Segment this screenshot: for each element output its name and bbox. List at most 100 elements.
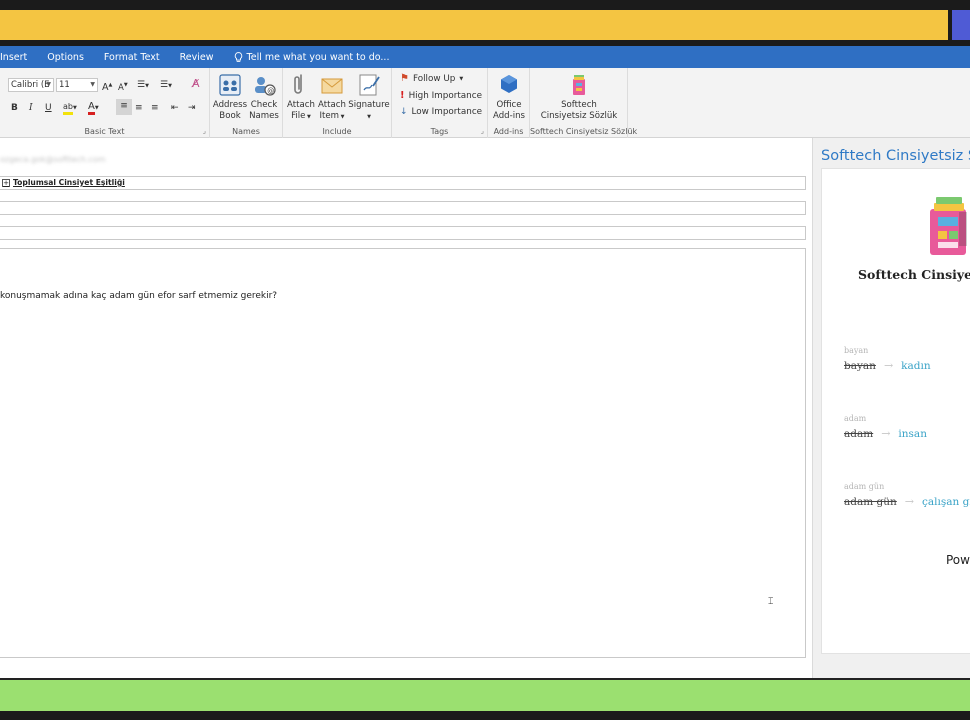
check-names-line1: Check bbox=[250, 100, 278, 110]
bottom-frame-edge bbox=[0, 711, 970, 720]
low-importance-label: Low Importance bbox=[411, 107, 483, 117]
group-softtech: Softtech Cinsiyetsiz Sözlük Softtech Cin… bbox=[530, 68, 638, 138]
tab-format-text[interactable]: Format Text bbox=[104, 52, 160, 63]
shrink-font-icon[interactable]: A▼ bbox=[118, 78, 128, 95]
group-tags: ⚑ Follow Up ▼ ! High Importance ↓ Low Imp… bbox=[392, 68, 488, 138]
entry-label: adam gün bbox=[844, 482, 885, 491]
message-body[interactable]: konuşmamak adına kaç adam gün efor sarf … bbox=[0, 248, 806, 658]
addin-content-card: Softtech Cinsiyet bayan bayan → kadın ad… bbox=[821, 168, 970, 654]
attachment-field[interactable]: + Toplumsal Cinsiyet Eşitliği bbox=[0, 176, 806, 190]
book-logo-icon bbox=[930, 197, 967, 255]
expand-plus-icon[interactable]: + bbox=[2, 178, 10, 187]
align-left-icon[interactable]: ≡ bbox=[116, 99, 132, 115]
text-cursor-icon: ⌶ bbox=[768, 597, 774, 607]
suggestion-entry[interactable]: adam gün → çalışan gi bbox=[844, 495, 970, 508]
addin-task-pane: Softtech Cinsiyetsiz S Softtech Cinsiyet… bbox=[812, 138, 970, 678]
suggestion-entry[interactable]: bayan → kadın bbox=[844, 359, 931, 372]
envelope-icon bbox=[321, 78, 343, 94]
address-book-icon bbox=[219, 74, 241, 96]
decrease-indent-icon[interactable]: ⇤ bbox=[171, 101, 179, 115]
attach-item-button[interactable]: Attach Item ▼ bbox=[314, 72, 350, 123]
tab-insert[interactable]: Insert bbox=[0, 52, 27, 63]
signature-button[interactable]: Signature ▼ bbox=[347, 72, 391, 123]
tab-review[interactable]: Review bbox=[180, 52, 214, 63]
entry-label: adam bbox=[844, 414, 867, 423]
flag-icon: ⚑ bbox=[400, 73, 409, 84]
follow-up-button[interactable]: ⚑ Follow Up ▼ bbox=[400, 73, 463, 84]
bullets-icon[interactable]: ☰▼ bbox=[137, 78, 149, 93]
italic-button[interactable]: I bbox=[29, 101, 33, 115]
align-right-icon[interactable]: ≡ bbox=[151, 101, 159, 115]
attachment-name: Toplumsal Cinsiyet Eşitliği bbox=[13, 178, 125, 187]
dialog-launcher-icon[interactable]: ⌟ bbox=[203, 127, 206, 135]
tell-me-text: Tell me what you want to do... bbox=[246, 51, 390, 63]
arrow-down-icon: ↓ bbox=[400, 107, 408, 117]
ribbon-tab-bar: Insert Options Format Text Review Tell m… bbox=[0, 46, 970, 68]
tell-me-search[interactable]: Tell me what you want to do... bbox=[234, 51, 390, 63]
lightbulb-icon bbox=[234, 51, 242, 62]
attach-file-line1: Attach bbox=[287, 100, 315, 110]
attachment-chip[interactable]: + Toplumsal Cinsiyet Eşitliği bbox=[2, 178, 125, 187]
group-names: Address Book @ Check Names Names bbox=[210, 68, 283, 138]
check-names-button[interactable]: @ Check Names bbox=[247, 72, 281, 122]
subject-field[interactable] bbox=[0, 226, 806, 240]
office-addins-button[interactable]: Office Add-ins bbox=[490, 72, 528, 122]
task-pane-title: Softtech Cinsiyetsiz S bbox=[821, 148, 970, 164]
original-word: adam gün bbox=[844, 495, 897, 508]
grow-font-icon[interactable]: A▲ bbox=[102, 78, 112, 95]
suggestion-entry[interactable]: adam → insan bbox=[844, 427, 927, 440]
entry-label: bayan bbox=[844, 346, 869, 355]
from-address: ozgeca.gok@softtech.com bbox=[0, 155, 106, 164]
exclamation-icon: ! bbox=[400, 90, 405, 101]
attach-item-line1: Attach bbox=[318, 100, 346, 110]
chevron-down-icon: ▼ bbox=[90, 81, 95, 88]
suggested-word[interactable]: kadın bbox=[901, 360, 930, 372]
suggested-word[interactable]: çalışan gi bbox=[922, 496, 970, 508]
low-importance-button[interactable]: ↓ Low Importance bbox=[400, 107, 482, 117]
address-book-line2: Book bbox=[219, 111, 241, 121]
bold-button[interactable]: B bbox=[11, 101, 18, 115]
original-word: bayan bbox=[844, 359, 876, 372]
dialog-launcher-icon[interactable]: ⌟ bbox=[481, 127, 484, 135]
tab-options[interactable]: Options bbox=[47, 52, 84, 63]
font-name-select[interactable]: Calibri (E ▼ bbox=[8, 78, 54, 92]
message-body-text: konuşmamak adına kaç adam gün efor sarf … bbox=[0, 291, 278, 301]
attach-item-line2: Item bbox=[319, 111, 340, 121]
numbering-icon[interactable]: ☰▼ bbox=[160, 78, 172, 93]
font-size-select[interactable]: 11 ▼ bbox=[56, 78, 98, 92]
group-include: Attach File ▼ Attach Item ▼ Signature ▼ … bbox=[283, 68, 392, 138]
bottom-bar bbox=[0, 680, 970, 711]
title-bar-accent bbox=[952, 10, 970, 40]
cc-field[interactable] bbox=[0, 201, 806, 215]
group-label-softtech: Softtech Cinsiyetsiz Sözlük bbox=[530, 127, 638, 136]
suggested-word[interactable]: insan bbox=[898, 428, 927, 440]
align-center-icon[interactable]: ≡ bbox=[135, 101, 143, 115]
paperclip-icon bbox=[294, 74, 302, 94]
signature-line1: Signature bbox=[348, 100, 390, 110]
arrow-right-icon: → bbox=[883, 359, 894, 372]
check-names-line2: Names bbox=[249, 111, 279, 121]
group-label-basic-text: Basic Text bbox=[84, 127, 125, 136]
arrow-right-icon: → bbox=[881, 427, 891, 440]
check-names-icon: @ bbox=[255, 77, 276, 96]
attach-file-button[interactable]: Attach File ▼ bbox=[284, 72, 318, 123]
group-label-include: Include bbox=[322, 127, 352, 136]
signature-icon bbox=[359, 74, 380, 96]
attach-file-line2: File bbox=[291, 111, 306, 121]
powered-by-text: Pow bbox=[946, 553, 970, 567]
address-book-button[interactable]: Address Book bbox=[212, 72, 248, 122]
increase-indent-icon[interactable]: ⇥ bbox=[188, 101, 196, 115]
group-label-names: Names bbox=[232, 127, 260, 136]
high-importance-button[interactable]: ! High Importance bbox=[400, 90, 482, 101]
book-logo-icon bbox=[573, 75, 585, 95]
chevron-down-icon: ▼ bbox=[367, 114, 371, 120]
group-basic-text: Calibri (E ▼ 11 ▼ A▲ A▼ ☰▼ ☰▼ A̸ B I U ab▼… bbox=[0, 68, 210, 138]
font-color-icon[interactable]: A▼ bbox=[88, 100, 99, 115]
underline-button[interactable]: U bbox=[45, 101, 52, 115]
clear-formatting-icon[interactable]: A̸ bbox=[192, 77, 200, 91]
highlight-icon[interactable]: ab▼ bbox=[63, 100, 77, 115]
softtech-dictionary-button[interactable]: Softtech Cinsiyetsiz Sözlük bbox=[532, 72, 626, 122]
office-addins-line2: Add-ins bbox=[492, 111, 526, 121]
font-size-value: 11 bbox=[59, 80, 70, 90]
title-bar bbox=[0, 10, 948, 40]
